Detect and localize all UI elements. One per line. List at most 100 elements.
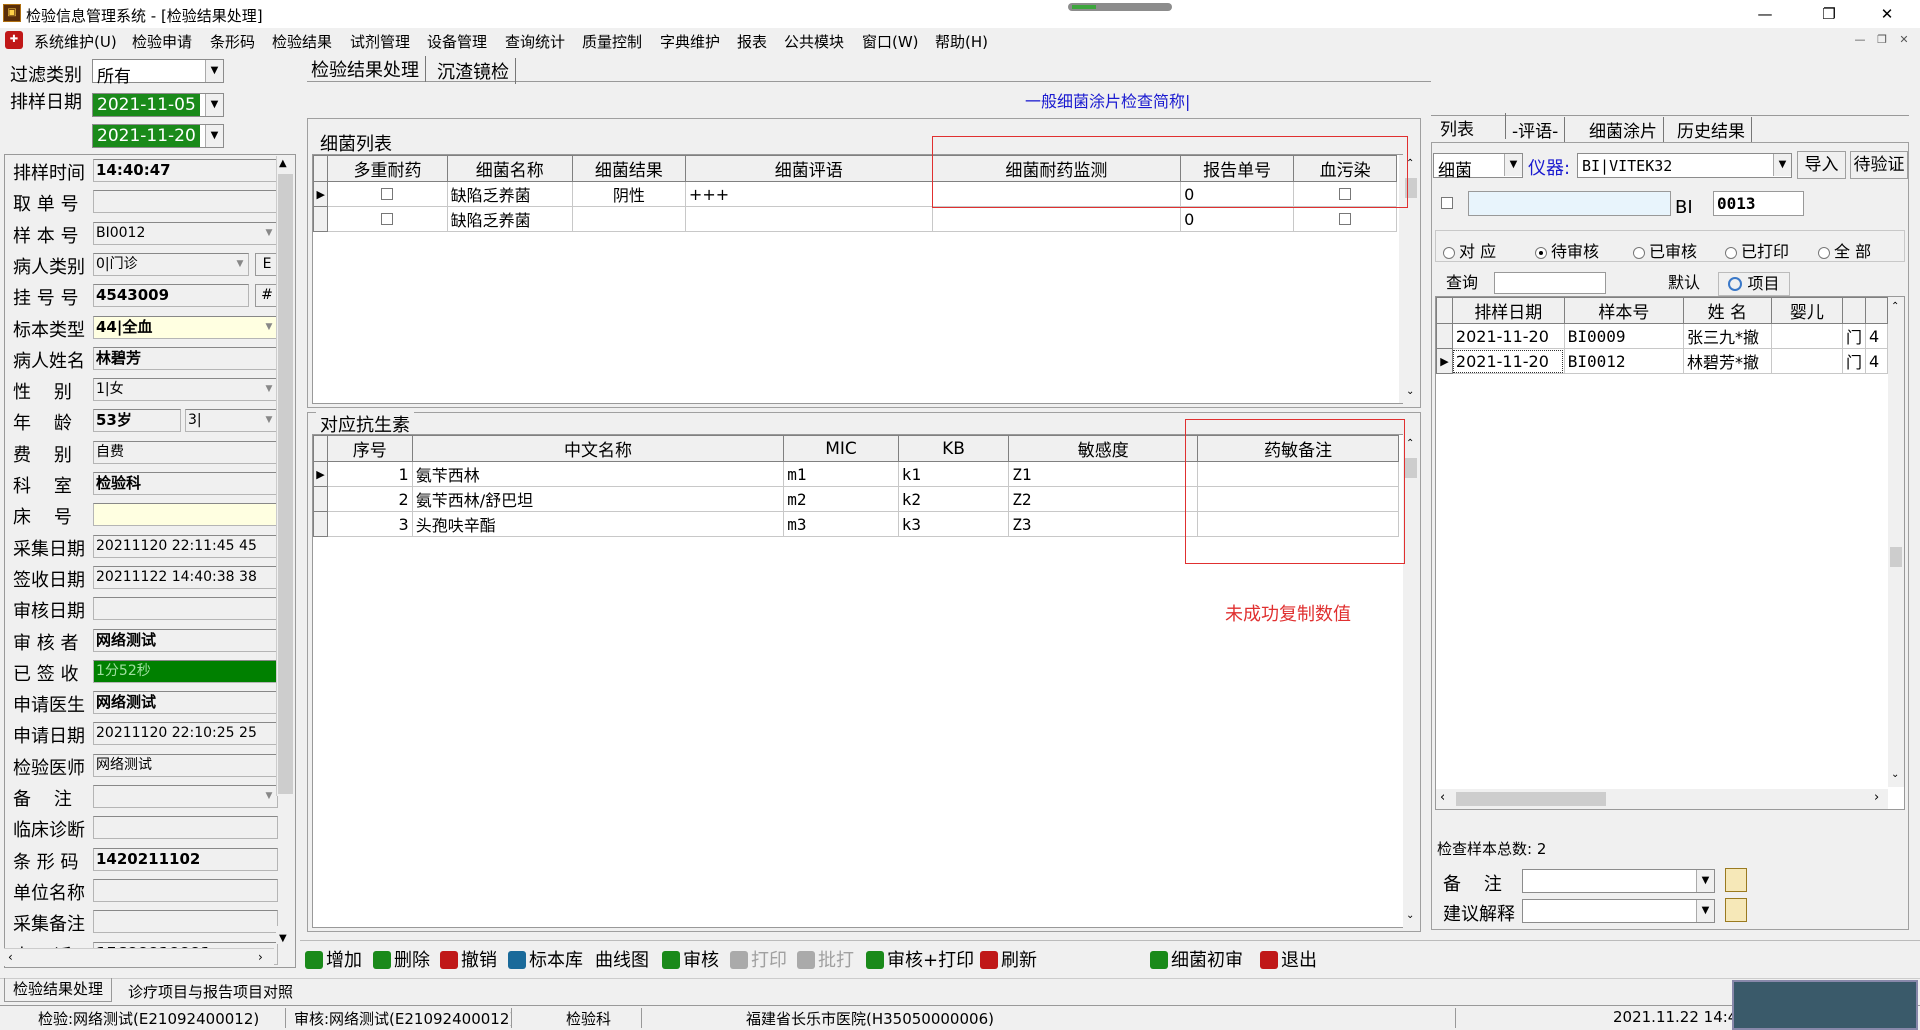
blood-contamination-checkbox[interactable] (1339, 212, 1352, 225)
menu-item-dict[interactable]: 字典维护 (660, 31, 720, 52)
cn-name-cell[interactable]: 头孢呋辛酯 (411, 511, 785, 537)
chevron-down-icon[interactable]: ▼ (261, 317, 277, 338)
date-to-picker[interactable]: 2021-11-20 ▼ (92, 124, 224, 148)
report-no-cell[interactable]: 0 (1180, 206, 1295, 232)
col-bacteria-comment[interactable]: 细菌评语 (684, 155, 933, 182)
scroll-left-icon[interactable]: ‹ (1440, 790, 1445, 805)
mic-cell[interactable]: m3 (783, 511, 899, 537)
toolbar-button[interactable]: 细菌初审 (1150, 946, 1243, 972)
import-button[interactable]: 导入 (1797, 151, 1846, 179)
infant-cell[interactable] (1770, 323, 1844, 349)
radio-icon[interactable] (1443, 246, 1455, 259)
form-field[interactable]: 网络测试 (93, 691, 278, 715)
menu-item-report[interactable]: 报表 (737, 31, 767, 52)
right-tab-list[interactable]: 列表 (1440, 115, 1474, 140)
bacteria-result-cell[interactable] (571, 206, 686, 232)
sensitivity-cell[interactable]: Z1 (1008, 461, 1199, 487)
date-from-picker[interactable]: 2021-11-05 ▼ (92, 93, 224, 117)
pending-verify-button[interactable]: 待验证 (1850, 151, 1908, 179)
advice-select[interactable]: ▼ (1522, 899, 1715, 923)
patient-name-cell[interactable]: 林碧芳*撤 (1682, 348, 1772, 374)
extra-cell-1[interactable]: 门 (1842, 323, 1867, 349)
mdi-restore-button[interactable]: ❐ (1874, 32, 1890, 48)
status-radio[interactable]: 全 部 (1818, 238, 1871, 262)
cn-name-cell[interactable]: 氨苄西林/舒巴坦 (411, 486, 785, 512)
col-bacteria-name[interactable]: 细菌名称 (446, 155, 573, 182)
right-tab-smear[interactable]: 细菌涂片 (1589, 117, 1664, 142)
toolbar-button[interactable]: 审核 (662, 946, 719, 972)
col-multi-resistance[interactable]: 多重耐药 (327, 155, 448, 182)
scroll-up-icon[interactable]: ⌃ (1406, 438, 1414, 449)
col-sensitivity[interactable]: 敏感度 (1008, 435, 1199, 462)
form-field[interactable]: 自费 (93, 440, 278, 464)
blood-contamination-cell[interactable] (1293, 206, 1397, 232)
scroll-down-icon[interactable]: ⌄ (1406, 386, 1414, 397)
extra-cell-2[interactable]: 4 (1865, 348, 1888, 374)
advice-edit-icon[interactable] (1725, 898, 1747, 922)
form-field[interactable] (93, 503, 278, 527)
col-cn-name[interactable]: 中文名称 (411, 435, 785, 462)
age-unit-field[interactable]: 3| ▼ (185, 409, 278, 433)
chevron-down-icon[interactable]: ▼ (261, 379, 277, 400)
extra-cell-1[interactable]: 门 (1842, 348, 1867, 374)
form-field[interactable]: 1420211102 (93, 847, 278, 871)
menu-item-result[interactable]: 检验结果 (272, 31, 332, 52)
form-horizontal-scrollbar[interactable]: ‹ › (4, 948, 274, 966)
form-field[interactable]: 44|全血 ▼ (93, 315, 278, 339)
scroll-thumb[interactable] (1456, 792, 1606, 806)
cn-name-cell[interactable]: 氨苄西林 (411, 461, 785, 487)
toolbar-button[interactable]: 撤销 (440, 946, 497, 972)
form-field[interactable]: ▼ (93, 785, 278, 808)
patient-name-cell[interactable]: 张三九*撤 (1682, 323, 1772, 349)
seq-cell[interactable]: 1 (326, 461, 413, 487)
mic-cell[interactable]: m1 (783, 461, 899, 487)
scroll-down-icon[interactable]: ⌄ (1891, 769, 1899, 780)
form-field[interactable]: 1|女 ▼ (93, 378, 278, 402)
kb-cell[interactable]: k1 (897, 461, 1010, 487)
col-sample-no[interactable]: 样本号 (1563, 297, 1684, 324)
menu-item-apply[interactable]: 检验申请 (132, 31, 192, 52)
mdi-close-button[interactable]: ✕ (1896, 32, 1912, 48)
right-tab-history[interactable]: 历史结果 (1677, 117, 1752, 142)
form-field[interactable]: 网络测试 (93, 628, 278, 652)
infant-cell[interactable] (1770, 348, 1844, 374)
toolbar-button[interactable]: 刷新 (980, 946, 1037, 972)
col-extra-1[interactable] (1842, 297, 1867, 324)
scroll-up-icon[interactable]: ▲ (279, 158, 287, 169)
scroll-left-icon[interactable]: ‹ (8, 950, 13, 964)
chevron-down-icon[interactable]: ▼ (261, 223, 277, 244)
status-radio[interactable]: 对 应 (1443, 238, 1496, 262)
right-tab-comment[interactable]: -评语- (1512, 117, 1566, 142)
scroll-down-icon[interactable]: ▼ (276, 926, 294, 944)
menu-item-reagent[interactable]: 试剂管理 (350, 31, 410, 52)
seq-cell[interactable]: 2 (326, 486, 413, 512)
menu-item-barcode[interactable]: 条形码 (210, 31, 255, 52)
multi-resistance-checkbox[interactable] (381, 212, 394, 225)
form-field[interactable]: 20211122 14:40:38 38 (93, 565, 278, 589)
default-button[interactable]: 默认 (1660, 272, 1708, 296)
form-field[interactable]: 20211120 22:10:25 25 (93, 722, 278, 746)
multi-resistance-checkbox[interactable] (381, 187, 394, 200)
col-infant[interactable]: 婴儿 (1770, 297, 1844, 324)
query-button[interactable]: 查询 (1436, 272, 1488, 296)
form-field[interactable]: 4543009 (93, 284, 249, 308)
col-bacteria-result[interactable]: 细菌结果 (571, 155, 686, 182)
items-button[interactable]: 项目 (1718, 272, 1790, 296)
chevron-down-icon[interactable]: ▼ (261, 786, 277, 807)
scroll-up-icon[interactable]: ⌃ (1891, 301, 1899, 312)
form-field[interactable]: 1分52秒 (93, 659, 278, 683)
sample-row[interactable]: 2021-11-20 BI0009 张三九*撤 门 4 (1436, 323, 1888, 349)
menu-item-help[interactable]: 帮助(H) (935, 31, 988, 52)
scroll-right-icon[interactable]: › (258, 950, 263, 964)
sample-no-cell[interactable]: BI0009 (1563, 323, 1684, 349)
toolbar-button[interactable]: 批打 (797, 946, 854, 972)
radio-icon[interactable] (1725, 246, 1737, 259)
kb-cell[interactable]: k2 (897, 486, 1010, 512)
mdi-minimize-button[interactable]: — (1852, 32, 1868, 48)
form-field[interactable]: BI0012 ▼ (93, 221, 278, 245)
col-kb[interactable]: KB (897, 435, 1010, 462)
col-seq[interactable]: 序号 (326, 435, 413, 462)
bacteria-name-cell[interactable]: 缺陷乏养菌 (446, 181, 573, 207)
menu-item-qc[interactable]: 质量控制 (582, 31, 642, 52)
multi-resistance-cell[interactable] (327, 181, 448, 207)
